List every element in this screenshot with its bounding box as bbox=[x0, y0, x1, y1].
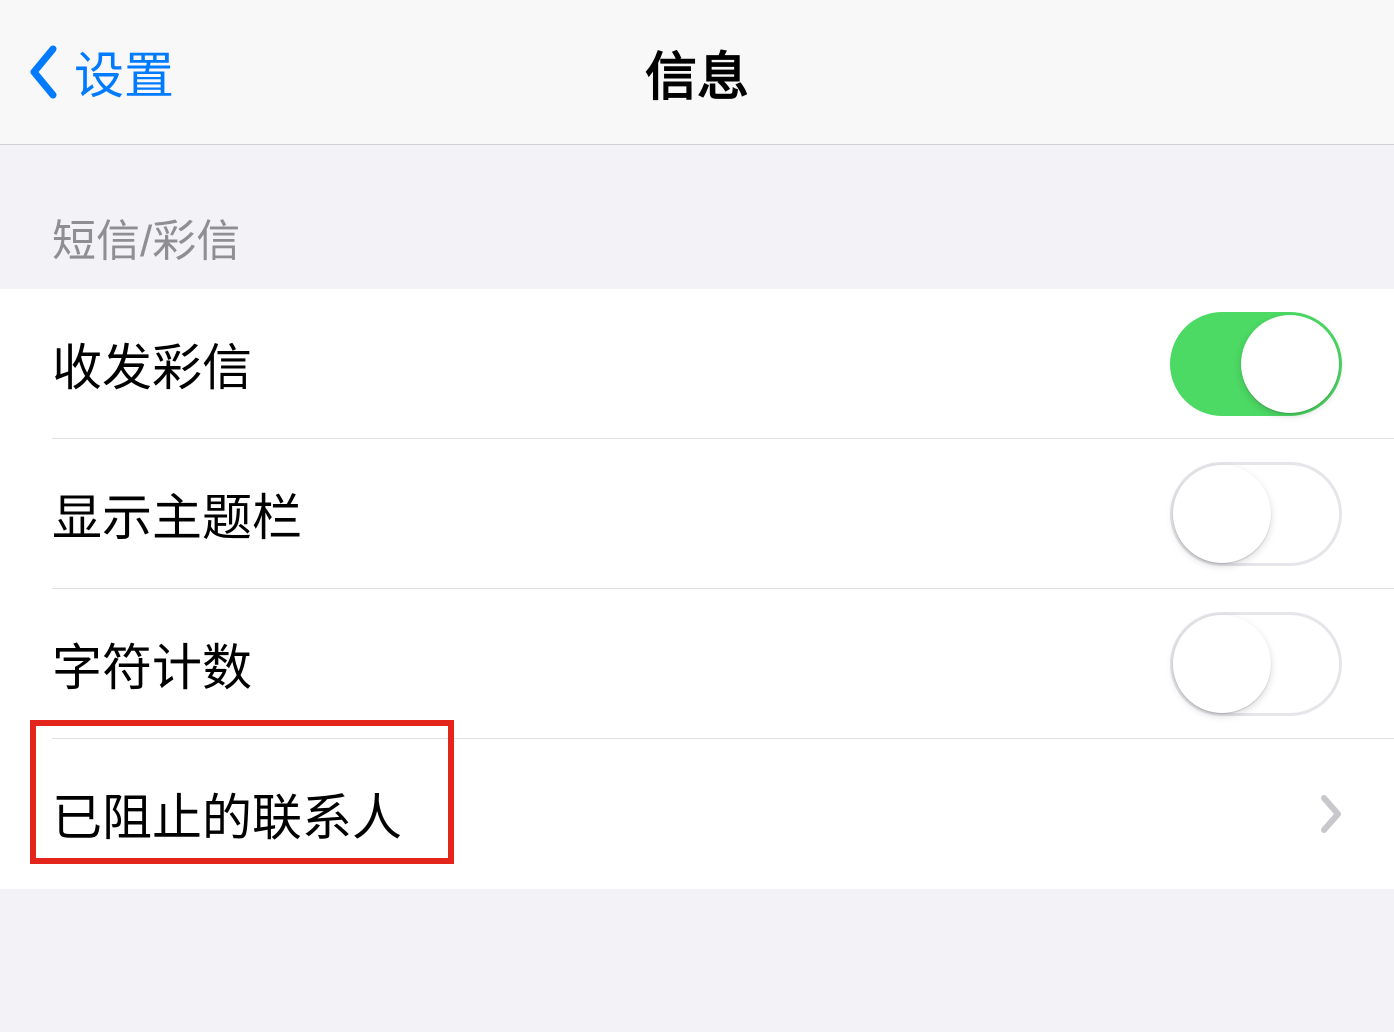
switch-mms[interactable] bbox=[1170, 312, 1342, 416]
row-blocked-label: 已阻止的联系人 bbox=[52, 778, 402, 850]
switch-knob bbox=[1173, 465, 1271, 563]
row-charcount-label: 字符计数 bbox=[52, 628, 252, 700]
switch-subject[interactable] bbox=[1170, 462, 1342, 566]
back-button[interactable]: 设置 bbox=[0, 36, 174, 108]
switch-knob bbox=[1241, 315, 1339, 413]
section-header: 短信/彩信 bbox=[0, 145, 1394, 289]
settings-list: 收发彩信 显示主题栏 字符计数 已阻止的联系人 bbox=[0, 289, 1394, 889]
row-subject[interactable]: 显示主题栏 bbox=[0, 439, 1394, 589]
back-label: 设置 bbox=[74, 36, 174, 108]
row-blocked-contacts[interactable]: 已阻止的联系人 bbox=[0, 739, 1394, 889]
row-subject-label: 显示主题栏 bbox=[52, 478, 302, 550]
nav-bar: 设置 信息 bbox=[0, 0, 1394, 145]
switch-charcount[interactable] bbox=[1170, 612, 1342, 716]
row-charcount[interactable]: 字符计数 bbox=[0, 589, 1394, 739]
switch-knob bbox=[1173, 615, 1271, 713]
chevron-left-icon bbox=[28, 45, 58, 99]
row-mms-label: 收发彩信 bbox=[52, 328, 252, 400]
row-mms[interactable]: 收发彩信 bbox=[0, 289, 1394, 439]
page-title: 信息 bbox=[645, 35, 749, 110]
chevron-right-icon bbox=[1320, 794, 1342, 834]
